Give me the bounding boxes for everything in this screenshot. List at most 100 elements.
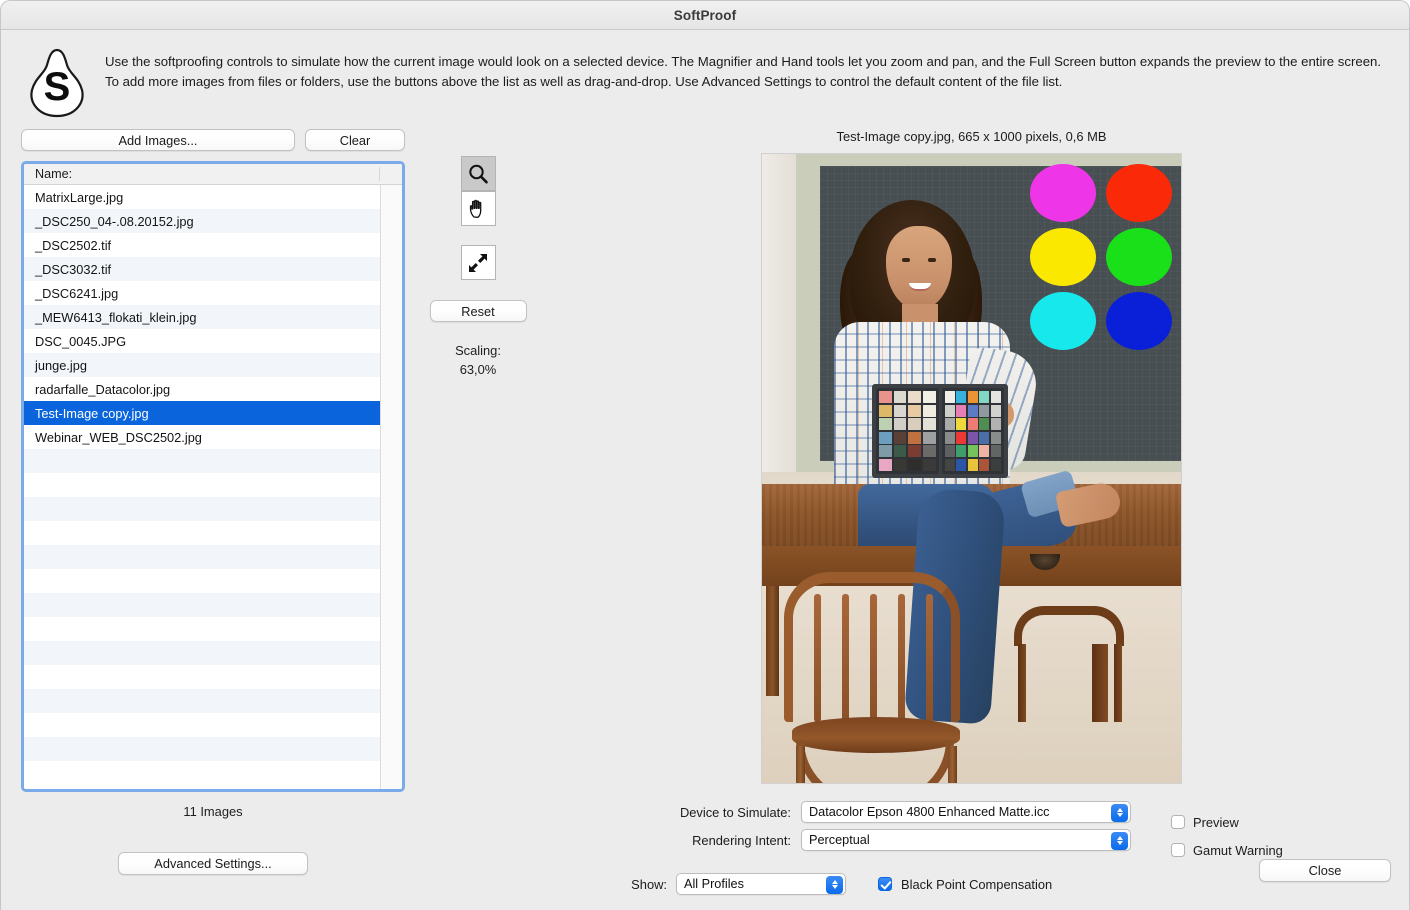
preview-caption: Test-Image copy.jpg, 665 x 1000 pixels, … (836, 129, 1107, 144)
color-circle (1106, 292, 1172, 350)
file-list-item[interactable]: DSC_0045.JPG (24, 329, 402, 353)
file-list-item[interactable]: _DSC2502.tif (24, 233, 402, 257)
color-patch (922, 458, 936, 471)
device-select[interactable]: Datacolor Epson 4800 Enhanced Matte.icc (801, 801, 1131, 823)
softproof-window: SoftProof S Use the softproofing control… (0, 0, 1410, 910)
scaling-value: 63,0% (459, 362, 497, 378)
preview-options-column: Preview Gamut Warning (1171, 808, 1283, 864)
magnifier-tool-button[interactable] (460, 156, 496, 191)
color-patch (967, 458, 978, 471)
intent-stepper-icon[interactable] (1111, 831, 1128, 850)
color-patch (922, 445, 936, 458)
color-patch (922, 391, 936, 403)
file-list-item[interactable]: _DSC3032.tif (24, 257, 402, 281)
black-point-compensation-label: Black Point Compensation (901, 876, 1053, 892)
color-patch (944, 445, 955, 458)
file-list-item[interactable]: Test-Image copy.jpg (24, 401, 402, 425)
image-count-label: 11 Images (183, 804, 243, 819)
header-section: S Use the softproofing controls to simul… (1, 30, 1409, 132)
file-list-item[interactable] (24, 593, 402, 617)
clear-button[interactable]: Clear (305, 129, 405, 151)
file-list-item[interactable] (24, 449, 402, 473)
file-list-item[interactable]: Webinar_WEB_DSC2502.jpg (24, 425, 402, 449)
file-list-item[interactable] (24, 665, 402, 689)
hand-tool-button[interactable] (460, 191, 496, 226)
color-patch (893, 418, 907, 431)
color-patch (879, 445, 892, 458)
file-list-item[interactable] (24, 761, 402, 785)
file-list-scrollbar[interactable] (380, 185, 402, 789)
column-header-name: Name: (35, 167, 73, 181)
file-list-item[interactable] (24, 497, 402, 521)
reset-button[interactable]: Reset (429, 300, 527, 322)
color-patch (990, 391, 1001, 403)
advanced-settings-row: Advanced Settings... (21, 852, 405, 875)
device-label: Device to Simulate: (679, 804, 791, 820)
header-divider (379, 167, 380, 181)
device-row: Device to Simulate: Datacolor Epson 4800… (616, 801, 1401, 823)
rendering-intent-select[interactable]: Perceptual (801, 829, 1131, 851)
file-list-item[interactable] (24, 545, 402, 569)
file-list-item[interactable]: radarfalle_Datacolor.jpg (24, 377, 402, 401)
show-select[interactable]: All Profiles (676, 873, 846, 895)
file-list-item[interactable] (24, 569, 402, 593)
color-patch (944, 418, 955, 431)
color-patch (967, 418, 978, 431)
image-preview[interactable] (761, 153, 1182, 784)
app-logo: S (27, 48, 87, 122)
bpc-checkbox-row[interactable]: Black Point Compensation (878, 877, 1052, 892)
add-images-button[interactable]: Add Images... (21, 129, 295, 151)
file-list[interactable]: Name: MatrixLarge.jpg _DSC250_04-.08.2015… (21, 161, 405, 792)
color-patch (956, 445, 967, 458)
preview-checkbox[interactable] (1171, 815, 1185, 829)
magnifier-icon (469, 164, 488, 184)
file-list-item[interactable] (24, 521, 402, 545)
advanced-settings-button[interactable]: Advanced Settings... (118, 852, 308, 875)
device-stepper-icon[interactable] (1111, 803, 1128, 822)
show-label: Show: (631, 876, 667, 892)
color-patch (893, 404, 907, 417)
scaling-label: Scaling: (455, 343, 501, 358)
rendering-intent-label: Rendering Intent: (692, 832, 791, 848)
device-select-value: Datacolor Epson 4800 Enhanced Matte.icc (809, 805, 1050, 819)
file-list-item[interactable] (24, 617, 402, 641)
intro-text: Use the softproofing controls to simulat… (105, 54, 1382, 90)
color-patch (908, 404, 921, 417)
preview-checkbox-label: Preview (1193, 814, 1239, 830)
show-stepper-icon[interactable] (826, 875, 843, 894)
close-button[interactable]: Close (1259, 859, 1391, 882)
file-list-item[interactable] (24, 473, 402, 497)
intent-row: Rendering Intent: Perceptual (616, 829, 1401, 851)
color-patch (979, 404, 990, 417)
gamut-warning-checkbox[interactable] (1171, 843, 1185, 857)
color-circles-group (1030, 164, 1178, 354)
color-patch (956, 431, 967, 444)
file-list-item[interactable] (24, 689, 402, 713)
black-point-compensation-checkbox[interactable] (878, 877, 892, 891)
color-patch (893, 445, 907, 458)
file-list-item[interactable] (24, 737, 402, 761)
blob-logo-icon: S (30, 48, 84, 118)
fullscreen-tool-button[interactable] (460, 245, 496, 280)
colorchecker-chart (872, 384, 1008, 478)
color-patch (908, 391, 921, 403)
fullscreen-icon (469, 253, 487, 272)
file-list-item[interactable]: junge.jpg (24, 353, 402, 377)
color-patch (944, 404, 955, 417)
file-list-header: Name: (24, 164, 402, 185)
file-list-item[interactable]: _MEW6413_flokati_klein.jpg (24, 305, 402, 329)
color-patch (956, 418, 967, 431)
file-list-item[interactable]: MatrixLarge.jpg (24, 185, 402, 209)
file-list-item[interactable]: _DSC250_04-.08.20152.jpg (24, 209, 402, 233)
preview-checkbox-row[interactable]: Preview (1171, 808, 1283, 836)
file-list-item[interactable]: _DSC6241.jpg (24, 281, 402, 305)
file-list-rows[interactable]: MatrixLarge.jpg _DSC250_04-.08.20152.jpg _… (24, 185, 402, 789)
color-patch (979, 431, 990, 444)
color-circle (1030, 292, 1096, 350)
color-patch (967, 431, 978, 444)
file-list-item[interactable] (24, 641, 402, 665)
color-patch (908, 418, 921, 431)
file-list-item[interactable] (24, 713, 402, 737)
color-patch (967, 445, 978, 458)
color-circle (1106, 164, 1172, 222)
